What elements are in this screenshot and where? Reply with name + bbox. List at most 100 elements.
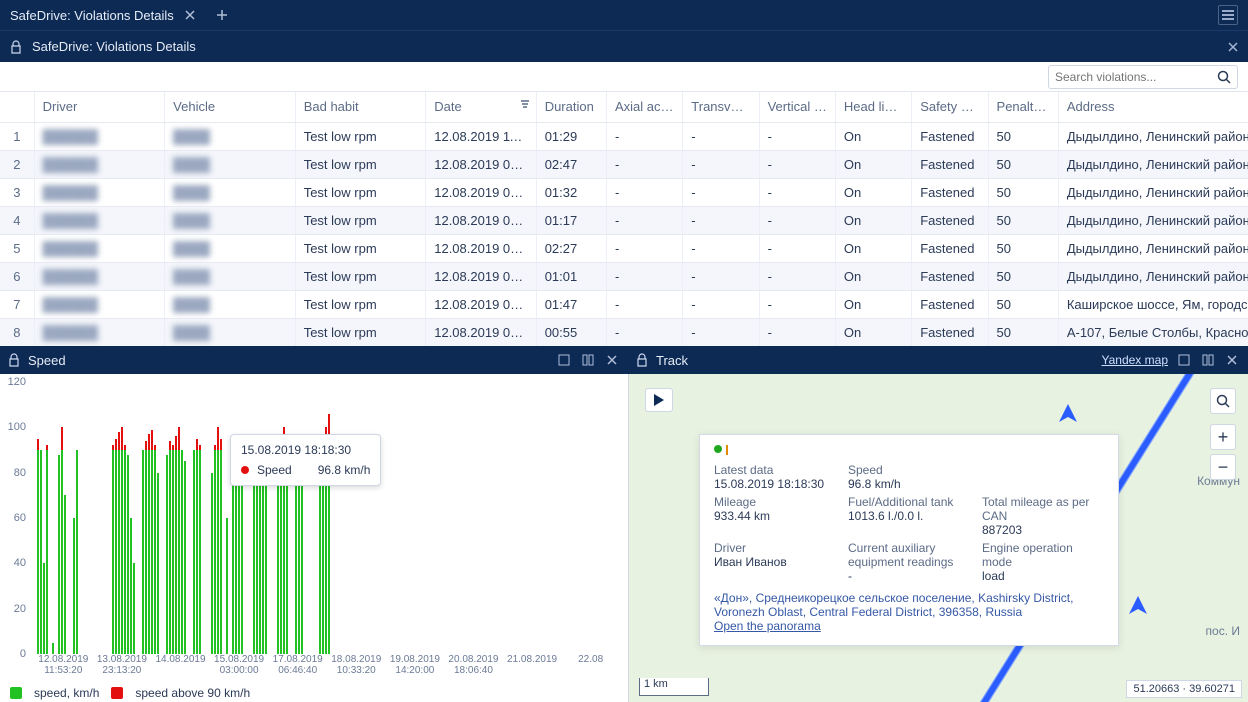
close-icon[interactable]	[1228, 42, 1238, 52]
cell-num: 7	[0, 290, 34, 318]
value: 887203	[982, 523, 1104, 537]
close-icon[interactable]	[182, 7, 198, 23]
label: Driver	[714, 541, 836, 555]
cell-vertical: -	[759, 150, 835, 178]
tooltip-series: Speed	[257, 463, 292, 477]
menu-icon[interactable]	[1218, 5, 1238, 25]
columns-icon[interactable]	[580, 352, 596, 368]
table-row[interactable]: 8██████████Test low rpm12.08.2019 05:43:…	[0, 318, 1248, 346]
value: 933.44 km	[714, 509, 836, 523]
legend-a: speed, km/h	[34, 686, 99, 700]
cell-headlights: On	[835, 318, 911, 346]
col-num[interactable]	[0, 92, 34, 122]
cell-belt: Fastened	[912, 150, 988, 178]
panorama-link[interactable]: Open the panorama	[714, 619, 821, 633]
cell-num: 6	[0, 262, 34, 290]
search-row	[0, 62, 1248, 92]
col-duration[interactable]: Duration	[536, 92, 606, 122]
col-bad-habit[interactable]: Bad habit	[295, 92, 426, 122]
speed-panel: Speed 020406080100120 15.08.2019 18:18:3…	[0, 346, 628, 702]
track-marker-icon	[1059, 404, 1077, 422]
cell-transversal: -	[683, 178, 759, 206]
table-row[interactable]: 1██████████Test low rpm12.08.2019 11:07:…	[0, 122, 1248, 150]
search-input[interactable]	[1055, 70, 1211, 84]
cell-penalty: 50	[988, 234, 1058, 262]
panel-header: SafeDrive: Violations Details	[0, 30, 1248, 62]
col-address[interactable]: Address	[1058, 92, 1248, 122]
cell-penalty: 50	[988, 290, 1058, 318]
cell-transversal: -	[683, 122, 759, 150]
speed-panel-title: Speed	[28, 353, 66, 368]
col-vehicle[interactable]: Vehicle	[165, 92, 296, 122]
speed-chart[interactable]: 020406080100120 15.08.2019 18:18:30 Spee…	[0, 374, 628, 702]
cell-transversal: -	[683, 150, 759, 178]
table-row[interactable]: 3██████████Test low rpm12.08.2019 06:24:…	[0, 178, 1248, 206]
window-icon[interactable]	[1176, 352, 1192, 368]
lock-icon	[10, 40, 24, 54]
table-row[interactable]: 4██████████Test low rpm12.08.2019 06:15:…	[0, 206, 1248, 234]
cell-penalty: 50	[988, 262, 1058, 290]
chart-tooltip: 15.08.2019 18:18:30 Speed 96.8 km/h	[230, 434, 381, 486]
close-icon[interactable]	[1224, 352, 1240, 368]
tab-title: SafeDrive: Violations Details	[10, 8, 174, 23]
map-canvas[interactable]: Коммун пос. И + − Latest data15.08.2019 …	[628, 374, 1248, 702]
search-box[interactable]	[1048, 65, 1238, 89]
cell-date: 12.08.2019 05:59:...	[426, 290, 536, 318]
table-row[interactable]: 2██████████Test low rpm12.08.2019 09:24:…	[0, 150, 1248, 178]
play-button[interactable]	[645, 388, 673, 412]
cell-num: 1	[0, 122, 34, 150]
zoom-in-button[interactable]: +	[1210, 424, 1236, 450]
track-panel-title: Track	[656, 353, 688, 368]
search-icon[interactable]	[1217, 70, 1231, 84]
zoom-out-button[interactable]: −	[1210, 454, 1236, 480]
columns-icon[interactable]	[1200, 352, 1216, 368]
tab[interactable]: SafeDrive: Violations Details	[0, 0, 208, 30]
add-tab-icon[interactable]	[214, 7, 230, 23]
col-axial[interactable]: Axial acce...	[606, 92, 682, 122]
table-row[interactable]: 7██████████Test low rpm12.08.2019 05:59:…	[0, 290, 1248, 318]
table-row[interactable]: 6██████████Test low rpm12.08.2019 06:06:…	[0, 262, 1248, 290]
col-vertical[interactable]: Vertical a...	[759, 92, 835, 122]
violations-table: Driver Vehicle Bad habit Date Duration A…	[0, 92, 1248, 346]
value: 15.08.2019 18:18:30	[714, 477, 836, 491]
cell-vehicle: ████	[165, 206, 296, 234]
cell-date: 12.08.2019 06:11:...	[426, 234, 536, 262]
col-penalty[interactable]: Penalty p...	[988, 92, 1058, 122]
cell-date: 12.08.2019 05:43:...	[426, 318, 536, 346]
panel-title: SafeDrive: Violations Details	[32, 39, 196, 54]
window-icon[interactable]	[556, 352, 572, 368]
cell-headlights: On	[835, 234, 911, 262]
cell-driver: ██████	[34, 318, 165, 346]
col-transversal[interactable]: Transvers...	[683, 92, 759, 122]
cell-vehicle: ████	[165, 178, 296, 206]
col-driver[interactable]: Driver	[34, 92, 165, 122]
map-search-button[interactable]	[1210, 388, 1236, 414]
close-icon[interactable]	[604, 352, 620, 368]
cell-belt: Fastened	[912, 290, 988, 318]
map-provider-link[interactable]: Yandex map	[1102, 353, 1169, 367]
cell-duration: 01:01	[536, 262, 606, 290]
info-address: «Дон», Среднеикорецкое сельское поселени…	[714, 591, 1104, 619]
col-headlights[interactable]: Head lights	[835, 92, 911, 122]
col-date[interactable]: Date	[426, 92, 536, 122]
table-header-row: Driver Vehicle Bad habit Date Duration A…	[0, 92, 1248, 122]
cell-axial: -	[606, 206, 682, 234]
cell-num: 8	[0, 318, 34, 346]
cell-duration: 01:29	[536, 122, 606, 150]
cell-transversal: -	[683, 290, 759, 318]
col-safety-belt[interactable]: Safety belt	[912, 92, 988, 122]
cell-habit: Test low rpm	[295, 234, 426, 262]
cell-penalty: 50	[988, 206, 1058, 234]
dot-icon	[241, 466, 249, 474]
cell-num: 3	[0, 178, 34, 206]
cell-belt: Fastened	[912, 206, 988, 234]
cell-belt: Fastened	[912, 262, 988, 290]
cell-transversal: -	[683, 262, 759, 290]
cell-vehicle: ████	[165, 262, 296, 290]
cell-address: Дыдылдино, Ленинский район, Мо	[1058, 150, 1248, 178]
table-row[interactable]: 5██████████Test low rpm12.08.2019 06:11:…	[0, 234, 1248, 262]
place-label: пос. И	[1206, 624, 1240, 638]
cell-habit: Test low rpm	[295, 318, 426, 346]
cell-headlights: On	[835, 262, 911, 290]
speed-panel-header: Speed	[0, 346, 628, 374]
